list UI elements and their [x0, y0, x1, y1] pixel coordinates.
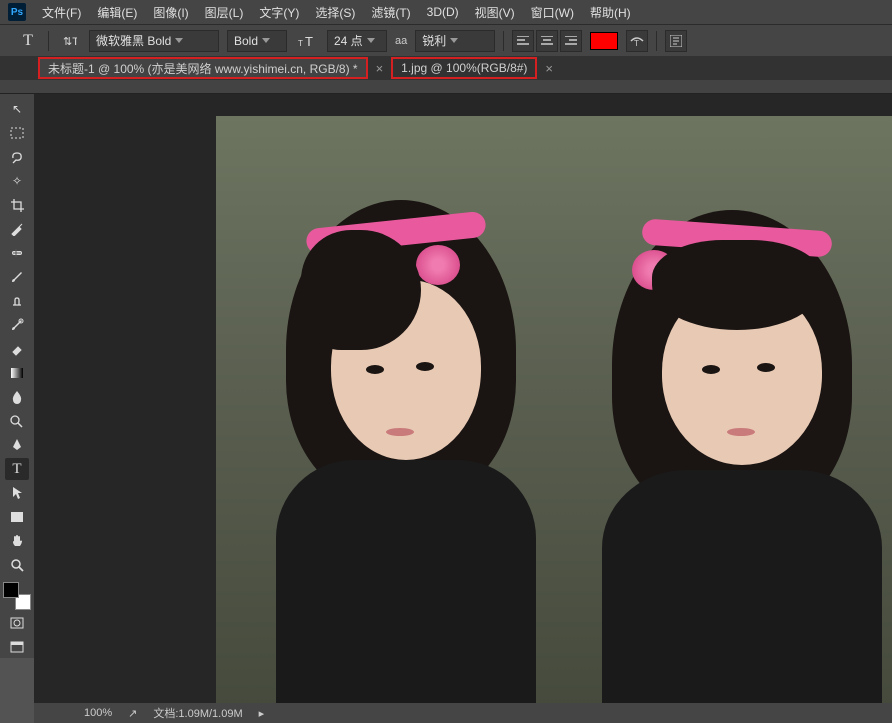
menu-help[interactable]: 帮助(H): [590, 4, 631, 21]
menu-edit[interactable]: 编辑(E): [97, 4, 137, 21]
svg-text:T: T: [305, 34, 313, 49]
dodge-tool[interactable]: [5, 410, 29, 432]
menu-3d[interactable]: 3D(D): [427, 5, 459, 19]
clone-stamp-tool[interactable]: [5, 290, 29, 312]
divider: [48, 31, 49, 51]
menu-view[interactable]: 视图(V): [475, 4, 515, 21]
menu-type[interactable]: 文字(Y): [259, 4, 299, 21]
menu-image[interactable]: 图像(I): [153, 4, 188, 21]
font-size-value: 24 点: [334, 32, 363, 49]
font-family-value: 微软雅黑 Bold: [96, 32, 171, 49]
document-canvas[interactable]: [216, 116, 892, 703]
font-family-dropdown[interactable]: 微软雅黑 Bold: [89, 30, 219, 52]
font-size-icon: TT: [295, 29, 319, 53]
antialias-dropdown[interactable]: 锐利: [415, 30, 495, 52]
magic-wand-tool[interactable]: ✧: [5, 170, 29, 192]
document-tab-1[interactable]: 未标题-1 @ 100% (亦是美网络 www.yishimei.cn, RGB…: [38, 57, 368, 79]
svg-text:⇅T: ⇅T: [63, 36, 77, 48]
app-logo: Ps: [8, 3, 26, 21]
healing-brush-tool[interactable]: [5, 242, 29, 264]
rectangle-tool[interactable]: [5, 506, 29, 528]
chevron-down-icon: [175, 38, 183, 43]
menu-file[interactable]: 文件(F): [42, 4, 81, 21]
hand-tool[interactable]: [5, 530, 29, 552]
path-select-tool[interactable]: [5, 482, 29, 504]
menu-window[interactable]: 窗口(W): [531, 4, 574, 21]
gradient-tool[interactable]: [5, 362, 29, 384]
quickmask-button[interactable]: [5, 612, 29, 634]
ruler-corner: [0, 80, 34, 94]
tools-panel: ↖ ✧ T: [0, 94, 34, 658]
antialias-label: aa: [395, 35, 407, 47]
divider: [503, 31, 504, 51]
text-orientation-icon[interactable]: ⇅T: [57, 29, 81, 53]
document-tabs: 未标题-1 @ 100% (亦是美网络 www.yishimei.cn, RGB…: [0, 56, 892, 80]
close-tab-icon[interactable]: ×: [376, 61, 384, 76]
main-area: ↖ ✧ T: [0, 80, 892, 723]
screenmode-button[interactable]: [5, 636, 29, 658]
crop-tool[interactable]: [5, 194, 29, 216]
align-left-button[interactable]: [512, 30, 534, 52]
color-picker[interactable]: [3, 582, 31, 610]
chevron-down-icon: [367, 38, 375, 43]
document-tab-label: 1.jpg @ 100%(RGB/8#): [401, 61, 527, 75]
brush-tool[interactable]: [5, 266, 29, 288]
canvas-viewport[interactable]: [34, 94, 892, 703]
export-icon[interactable]: ↗: [128, 707, 137, 720]
flyout-icon[interactable]: ▸: [259, 707, 265, 720]
svg-text:T: T: [634, 39, 639, 47]
menu-filter[interactable]: 滤镜(T): [371, 4, 410, 21]
type-tool-preset-icon[interactable]: T: [16, 29, 40, 53]
menu-bar: Ps 文件(F) 编辑(E) 图像(I) 图层(L) 文字(Y) 选择(S) 滤…: [0, 0, 892, 24]
canvas-area: 100% ↗ 文档:1.09M/1.09M ▸: [34, 80, 892, 723]
blur-tool[interactable]: [5, 386, 29, 408]
chevron-down-icon: [450, 38, 458, 43]
menu-select[interactable]: 选择(S): [315, 4, 355, 21]
document-tab-label: 未标题-1 @ 100% (亦是美网络 www.yishimei.cn, RGB…: [48, 60, 358, 77]
marquee-tool[interactable]: [5, 122, 29, 144]
zoom-tool[interactable]: [5, 554, 29, 576]
antialias-value: 锐利: [422, 32, 446, 49]
eyedropper-tool[interactable]: [5, 218, 29, 240]
text-align-group: [512, 30, 582, 52]
font-size-dropdown[interactable]: 24 点: [327, 30, 387, 52]
pen-tool[interactable]: [5, 434, 29, 456]
document-tab-2[interactable]: 1.jpg @ 100%(RGB/8#): [391, 57, 537, 79]
text-color-swatch[interactable]: [590, 32, 618, 50]
align-right-button[interactable]: [560, 30, 582, 52]
zoom-level[interactable]: 100%: [84, 707, 112, 719]
status-bar: 100% ↗ 文档:1.09M/1.09M ▸: [34, 703, 892, 723]
move-tool[interactable]: ↖: [5, 98, 29, 120]
ruler-horizontal[interactable]: [34, 80, 892, 94]
lasso-tool[interactable]: [5, 146, 29, 168]
doc-size: 文档:1.09M/1.09M: [153, 705, 242, 721]
font-weight-dropdown[interactable]: Bold: [227, 30, 287, 52]
divider: [656, 31, 657, 51]
options-bar: T ⇅T 微软雅黑 Bold Bold TT 24 点 aa 锐利 T: [0, 24, 892, 56]
align-center-button[interactable]: [536, 30, 558, 52]
menu-layer[interactable]: 图层(L): [205, 4, 244, 21]
chevron-down-icon: [262, 38, 270, 43]
close-tab-icon[interactable]: ×: [545, 61, 553, 76]
type-tool[interactable]: T: [5, 458, 29, 480]
svg-text:T: T: [298, 39, 303, 48]
eraser-tool[interactable]: [5, 338, 29, 360]
character-panel-button[interactable]: [665, 30, 687, 52]
font-weight-value: Bold: [234, 34, 258, 48]
warp-text-button[interactable]: T: [626, 30, 648, 52]
history-brush-tool[interactable]: [5, 314, 29, 336]
foreground-color-swatch[interactable]: [3, 582, 19, 598]
